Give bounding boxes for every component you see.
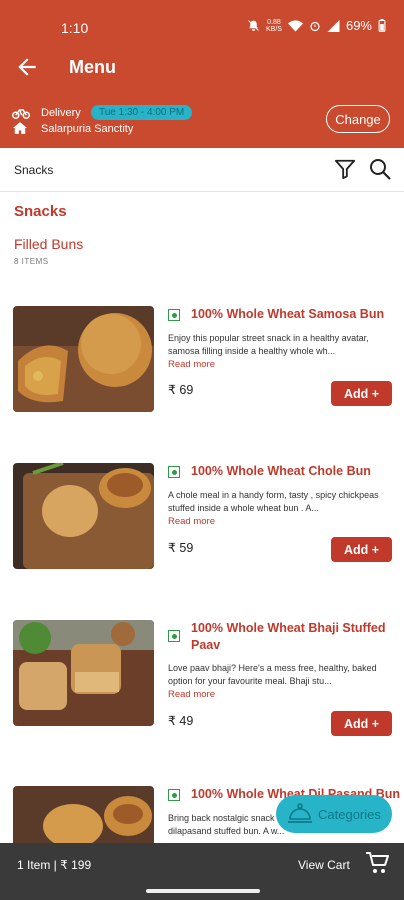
bhaji-paav-image[interactable] (13, 620, 154, 726)
filter-icon[interactable] (334, 158, 356, 180)
item-count: 8 ITEMS (14, 257, 49, 266)
item-price: ₹ 69 (168, 383, 194, 397)
status-icons: 0.88 KB/S 69% (247, 18, 386, 33)
add-button[interactable]: Add + (331, 711, 392, 736)
gesture-handle (146, 889, 260, 893)
item-name[interactable]: 100% Whole Wheat Bhaji Stuffed Paav (191, 620, 396, 654)
home-icon (13, 122, 27, 134)
delivery-slot-badge: Tue 1:30 - 4:00 PM (91, 105, 193, 120)
back-arrow-icon[interactable] (14, 54, 40, 80)
section-title: Snacks (14, 203, 67, 220)
read-more-link[interactable]: Read more (168, 689, 215, 700)
signal-icon (327, 19, 340, 32)
read-more-link[interactable]: Read more (168, 516, 215, 527)
menu-item: 100% Whole Wheat Bhaji Stuffed Paav Love… (0, 620, 404, 736)
categories-label: Categories (318, 806, 381, 822)
wifi-icon (287, 19, 303, 32)
mute-icon (248, 20, 259, 31)
delivery-bar: Delivery Tue 1:30 - 4:00 PM Salarpuria S… (0, 94, 404, 148)
status-time: 1:10 (61, 20, 89, 36)
read-more-link[interactable]: Read more (168, 359, 215, 370)
item-name[interactable]: 100% Whole Wheat Chole Bun (191, 463, 396, 480)
item-description: Love paav bhaji? Here's a mess free, hea… (168, 663, 377, 686)
item-price: ₹ 49 (168, 714, 194, 728)
item-description: A chole meal in a handy form, tasty , sp… (168, 490, 379, 513)
cloche-icon (288, 803, 312, 823)
delivery-mode: Delivery (41, 107, 81, 119)
cart-bar[interactable]: 1 Item | ₹ 199 View Cart (0, 843, 404, 900)
item-description: Enjoy this popular street snack in a hea… (168, 333, 369, 356)
search-icon[interactable] (368, 157, 392, 181)
delivery-address: Salarpuria Sanctity (41, 123, 134, 135)
data-rate: 0.88 KB/S (266, 18, 282, 33)
battery-level: 69% (345, 18, 372, 33)
chole-bun-image[interactable] (13, 463, 154, 569)
cart-summary: 1 Item | ₹ 199 (17, 858, 92, 872)
veg-icon (168, 789, 180, 801)
battery-icon (378, 19, 386, 32)
add-button[interactable]: Add + (331, 537, 392, 562)
subsection-title: Filled Buns (14, 236, 84, 252)
view-cart-button[interactable]: View Cart (298, 858, 350, 872)
filter-bar: Snacks (0, 148, 404, 192)
change-address-button[interactable]: Change (326, 105, 390, 133)
cart-icon[interactable] (365, 851, 389, 875)
app-bar: Menu (0, 42, 404, 94)
veg-icon (168, 309, 180, 321)
menu-item: 100% Whole Wheat Chole Bun A chole meal … (0, 463, 404, 573)
alarm-icon (310, 21, 320, 31)
page-title: Menu (69, 57, 116, 77)
categories-button[interactable]: Categories (276, 795, 392, 833)
item-price: ₹ 59 (168, 541, 194, 555)
veg-icon (168, 466, 180, 478)
bike-icon (12, 109, 30, 119)
samosa-bun-image[interactable] (13, 306, 154, 412)
veg-icon (168, 630, 180, 642)
menu-item: 100% Whole Wheat Samosa Bun Enjoy this p… (0, 306, 404, 416)
item-name[interactable]: 100% Whole Wheat Samosa Bun (191, 306, 396, 323)
category-filter-label[interactable]: Snacks (14, 163, 53, 177)
dil-pasand-bun-image[interactable] (13, 786, 154, 843)
add-button[interactable]: Add + (331, 381, 392, 406)
